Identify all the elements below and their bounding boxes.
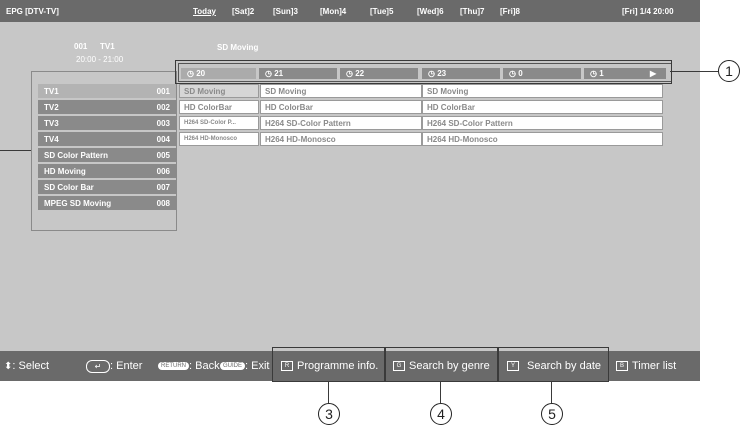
callout-3: 3 — [318, 403, 340, 425]
channel-number: 004 — [156, 135, 170, 144]
callout-line-5 — [551, 381, 552, 403]
day-tab-sun[interactable]: [Sun]3 — [273, 7, 298, 16]
channel-row[interactable]: TV3 003 — [38, 116, 176, 130]
programme-cell[interactable]: SD Moving — [179, 84, 259, 98]
top-bar: EPG [DTV-TV] Today [Sat]2 [Sun]3 [Mon]4 … — [0, 0, 700, 22]
programme-cell[interactable]: H264 SD-Color P... — [179, 116, 259, 130]
programme-cell[interactable]: H264 HD-Monosco — [422, 132, 663, 146]
channel-number: 002 — [156, 103, 170, 112]
channel-name: TV3 — [44, 119, 59, 128]
current-datetime: [Fri] 1/4 20:00 — [622, 7, 674, 16]
day-tab-mon[interactable]: [Mon]4 — [320, 7, 346, 16]
timer-list-button[interactable]: B Timer list — [616, 360, 676, 372]
programme-cell[interactable]: SD Moving — [260, 84, 422, 98]
callout-frame-search-date — [498, 347, 609, 382]
programme-cell[interactable]: H264 SD-Color Pattern — [422, 116, 663, 130]
channel-name: TV2 — [44, 103, 59, 112]
channel-number: 008 — [156, 199, 170, 208]
select-hint: ⬍: Select — [4, 360, 50, 372]
epg-screen: EPG [DTV-TV] Today [Sat]2 [Sun]3 [Mon]4 … — [0, 0, 700, 381]
channel-name: SD Color Pattern — [44, 151, 109, 160]
channel-row[interactable]: SD Color Pattern 005 — [38, 148, 176, 162]
channel-row[interactable]: HD Moving 006 — [38, 164, 176, 178]
channel-name: SD Color Bar — [44, 183, 94, 192]
epg-title: EPG [DTV-TV] — [6, 7, 59, 16]
channel-number: 007 — [156, 183, 170, 192]
channel-name: MPEG SD Moving — [44, 199, 112, 208]
day-tab-thu[interactable]: [Thu]7 — [460, 7, 484, 16]
callout-4: 4 — [430, 403, 452, 425]
callout-5: 5 — [541, 403, 563, 425]
return-key-icon: RETURN — [158, 362, 189, 371]
programme-cell[interactable]: SD Moving — [422, 84, 663, 98]
programme-cell[interactable]: H264 HD-Monosco — [260, 132, 422, 146]
info-time-range: 20:00 - 21:00 — [76, 55, 124, 64]
channel-number: 001 — [156, 87, 170, 96]
channel-number: 003 — [156, 119, 170, 128]
enter-hint: ↵: Enter — [86, 360, 142, 373]
channel-row[interactable]: TV4 004 — [38, 132, 176, 146]
day-tab-fri[interactable]: [Fri]8 — [500, 7, 520, 16]
day-tab-tue[interactable]: [Tue]5 — [370, 7, 393, 16]
channel-row[interactable]: MPEG SD Moving 008 — [38, 196, 176, 210]
programme-cell[interactable]: HD ColorBar — [260, 100, 422, 114]
callout-1: 1 — [718, 60, 740, 82]
channel-number: 005 — [156, 151, 170, 160]
day-tab-wed[interactable]: [Wed]6 — [417, 7, 444, 16]
callout-line-4 — [440, 381, 441, 403]
guide-key-icon: GUIDE — [220, 362, 246, 371]
programme-cell[interactable]: H264 SD-Color Pattern — [260, 116, 422, 130]
callout-line-left — [0, 150, 31, 151]
callout-frame-timeline — [175, 60, 672, 84]
programme-cell[interactable]: HD ColorBar — [179, 100, 259, 114]
info-channel-name: TV1 — [100, 42, 115, 51]
channel-name: HD Moving — [44, 167, 86, 176]
programme-cell[interactable]: H264 HD-Monosco — [179, 132, 259, 146]
blue-key-icon: B — [616, 361, 628, 372]
enter-icon: ↵ — [86, 360, 110, 373]
day-tab-sat[interactable]: [Sat]2 — [232, 7, 254, 16]
day-tab-today[interactable]: Today — [193, 7, 216, 16]
callout-line-1 — [670, 71, 718, 72]
channel-name: TV4 — [44, 135, 59, 144]
info-channel-number: 001 — [74, 42, 88, 51]
channel-row[interactable]: SD Color Bar 007 — [38, 180, 176, 194]
info-programme-title: SD Moving — [217, 43, 259, 52]
channel-row[interactable]: TV2 002 — [38, 100, 176, 114]
channel-number: 006 — [156, 167, 170, 176]
back-hint: RETURN: Back — [158, 360, 220, 372]
channel-row[interactable]: TV1 001 — [38, 84, 176, 98]
exit-hint: GUIDE: Exit — [220, 360, 269, 372]
callout-frame-programme-info — [272, 347, 385, 382]
channel-name: TV1 — [44, 87, 59, 96]
programme-cell[interactable]: HD ColorBar — [422, 100, 663, 114]
callout-line-3 — [328, 381, 329, 403]
callout-frame-search-genre — [385, 347, 498, 382]
